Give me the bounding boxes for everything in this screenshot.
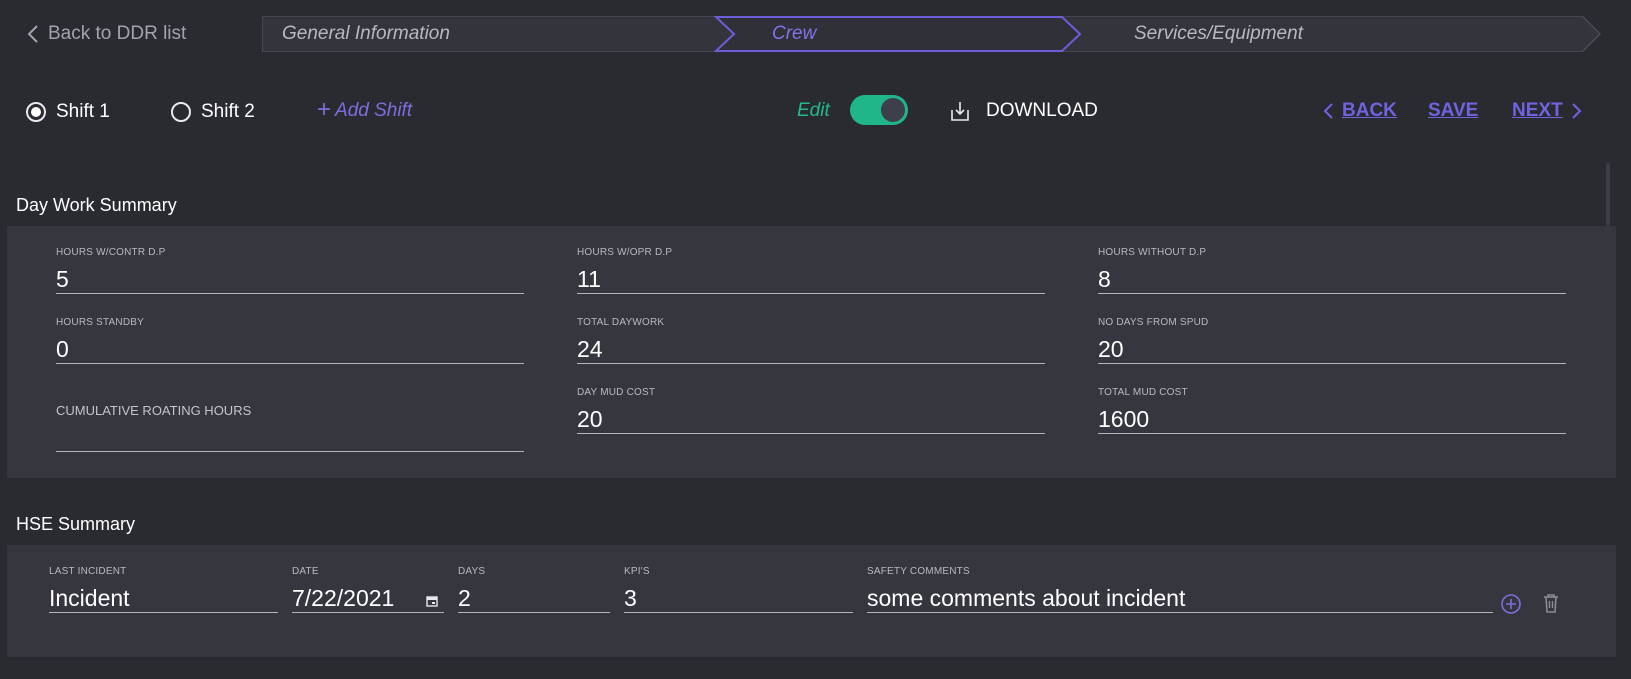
day-mud-cost-input[interactable]: 20 — [577, 400, 1045, 434]
step-services-equipment[interactable]: Services/Equipment — [1134, 16, 1303, 52]
field-label: HOURS WITHOUT D.P — [1098, 247, 1207, 258]
last-incident-field: LAST INCIDENT Incident — [49, 565, 278, 613]
field-label: HOURS W/CONTR D.P — [56, 247, 166, 258]
safety-comments-field: SAFETY COMMENTS some comments about inci… — [867, 565, 1493, 613]
add-shift-label: Add Shift — [335, 100, 413, 121]
back-button[interactable]: BACK — [1322, 97, 1397, 125]
save-button-label: SAVE — [1428, 100, 1479, 121]
download-button[interactable]: DOWNLOAD — [948, 96, 1098, 126]
stepper-background — [262, 16, 1602, 52]
cumulative-rotating-hours-field: CUMULATIVE ROATING HOURS — [56, 396, 524, 452]
wizard-stepper: General Information Crew Services/Equipm… — [262, 16, 1602, 52]
field-label: TOTAL MUD COST — [1098, 387, 1188, 398]
hours-without-dp-field: HOURS WITHOUT D.P 8 — [1098, 246, 1566, 294]
hours-standby-input[interactable]: 0 — [56, 330, 524, 364]
save-button[interactable]: SAVE — [1428, 97, 1478, 125]
shift-2-radio[interactable]: Shift 2 — [171, 98, 255, 126]
field-label: CUMULATIVE ROATING HOURS — [56, 403, 252, 418]
chevron-left-icon — [27, 25, 38, 43]
add-shift-button[interactable]: + Add Shift — [317, 95, 413, 125]
kpis-input[interactable]: 3 — [624, 579, 853, 613]
hours-contr-dp-input[interactable]: 5 — [56, 260, 524, 294]
kpis-field: KPI'S 3 — [624, 565, 853, 613]
last-incident-input[interactable]: Incident — [49, 579, 278, 613]
hours-without-dp-input[interactable]: 8 — [1098, 260, 1566, 294]
shift-2-label: Shift 2 — [201, 101, 255, 122]
next-button[interactable]: NEXT — [1512, 97, 1583, 125]
column-header: DATE — [292, 566, 319, 577]
hours-contr-dp-field: HOURS W/CONTR D.P 5 — [56, 246, 524, 294]
hours-standby-field: HOURS STANDBY 0 — [56, 316, 524, 364]
days-from-spud-input[interactable]: 20 — [1098, 330, 1566, 364]
total-mud-cost-field: TOTAL MUD COST 1600 — [1098, 386, 1566, 434]
shift-1-label: Shift 1 — [56, 101, 110, 122]
field-label: HOURS W/OPR D.P — [577, 247, 673, 258]
download-icon — [951, 102, 969, 121]
column-header: LAST INCIDENT — [49, 566, 127, 577]
total-daywork-input[interactable]: 24 — [577, 330, 1045, 364]
step-crew[interactable]: Crew — [772, 16, 816, 52]
column-header: DAYS — [458, 566, 486, 577]
add-circle-icon[interactable] — [1500, 593, 1522, 615]
next-button-label: NEXT — [1512, 100, 1563, 121]
hours-opr-dp-field: HOURS W/OPR D.P 11 — [577, 246, 1045, 294]
date-field: DATE 7/22/2021 — [292, 565, 444, 613]
column-header: KPI'S — [624, 566, 650, 577]
trash-icon[interactable] — [1541, 592, 1561, 614]
step-general-information[interactable]: General Information — [282, 16, 450, 52]
radio-unselected — [171, 102, 191, 122]
field-label: HOURS STANDBY — [56, 317, 144, 328]
calendar-icon[interactable] — [426, 595, 438, 607]
field-label: TOTAL DAYWORK — [577, 317, 665, 328]
field-label: NO DAYS FROM SPUD — [1098, 317, 1209, 328]
field-label: DAY MUD COST — [577, 387, 656, 398]
column-header: SAFETY COMMENTS — [867, 566, 970, 577]
edit-label: Edit — [797, 100, 830, 121]
date-input[interactable]: 7/22/2021 — [292, 579, 444, 613]
days-field: DAYS 2 — [458, 565, 610, 613]
hse-summary-title: HSE Summary — [16, 514, 136, 534]
back-to-list-label: Back to DDR list — [48, 23, 187, 44]
download-label: DOWNLOAD — [986, 100, 1098, 121]
edit-toggle[interactable] — [850, 95, 908, 125]
hours-opr-dp-input[interactable]: 11 — [577, 260, 1045, 294]
total-daywork-field: TOTAL DAYWORK 24 — [577, 316, 1045, 364]
hse-summary-panel: LAST INCIDENT Incident DATE 7/22/2021 DA… — [7, 545, 1616, 657]
chevron-right-icon — [1571, 103, 1582, 119]
back-button-label: BACK — [1342, 100, 1397, 121]
day-mud-cost-field: DAY MUD COST 20 — [577, 386, 1045, 434]
total-mud-cost-input[interactable]: 1600 — [1098, 400, 1566, 434]
safety-comments-input[interactable]: some comments about incident — [867, 579, 1493, 613]
back-to-list-link[interactable]: Back to DDR list — [26, 20, 186, 48]
days-from-spud-field: NO DAYS FROM SPUD 20 — [1098, 316, 1566, 364]
plus-icon: + — [317, 95, 332, 123]
radio-selected — [26, 102, 46, 122]
chevron-left-icon — [1323, 103, 1333, 119]
days-input[interactable]: 2 — [458, 579, 610, 613]
day-work-summary-panel: HOURS W/CONTR D.P 5 HOURS W/OPR D.P 11 H… — [7, 226, 1616, 478]
cumulative-rotating-hours-input[interactable] — [56, 426, 524, 452]
day-work-summary-title: Day Work Summary — [16, 195, 177, 215]
shift-1-radio[interactable]: Shift 1 — [26, 98, 110, 126]
